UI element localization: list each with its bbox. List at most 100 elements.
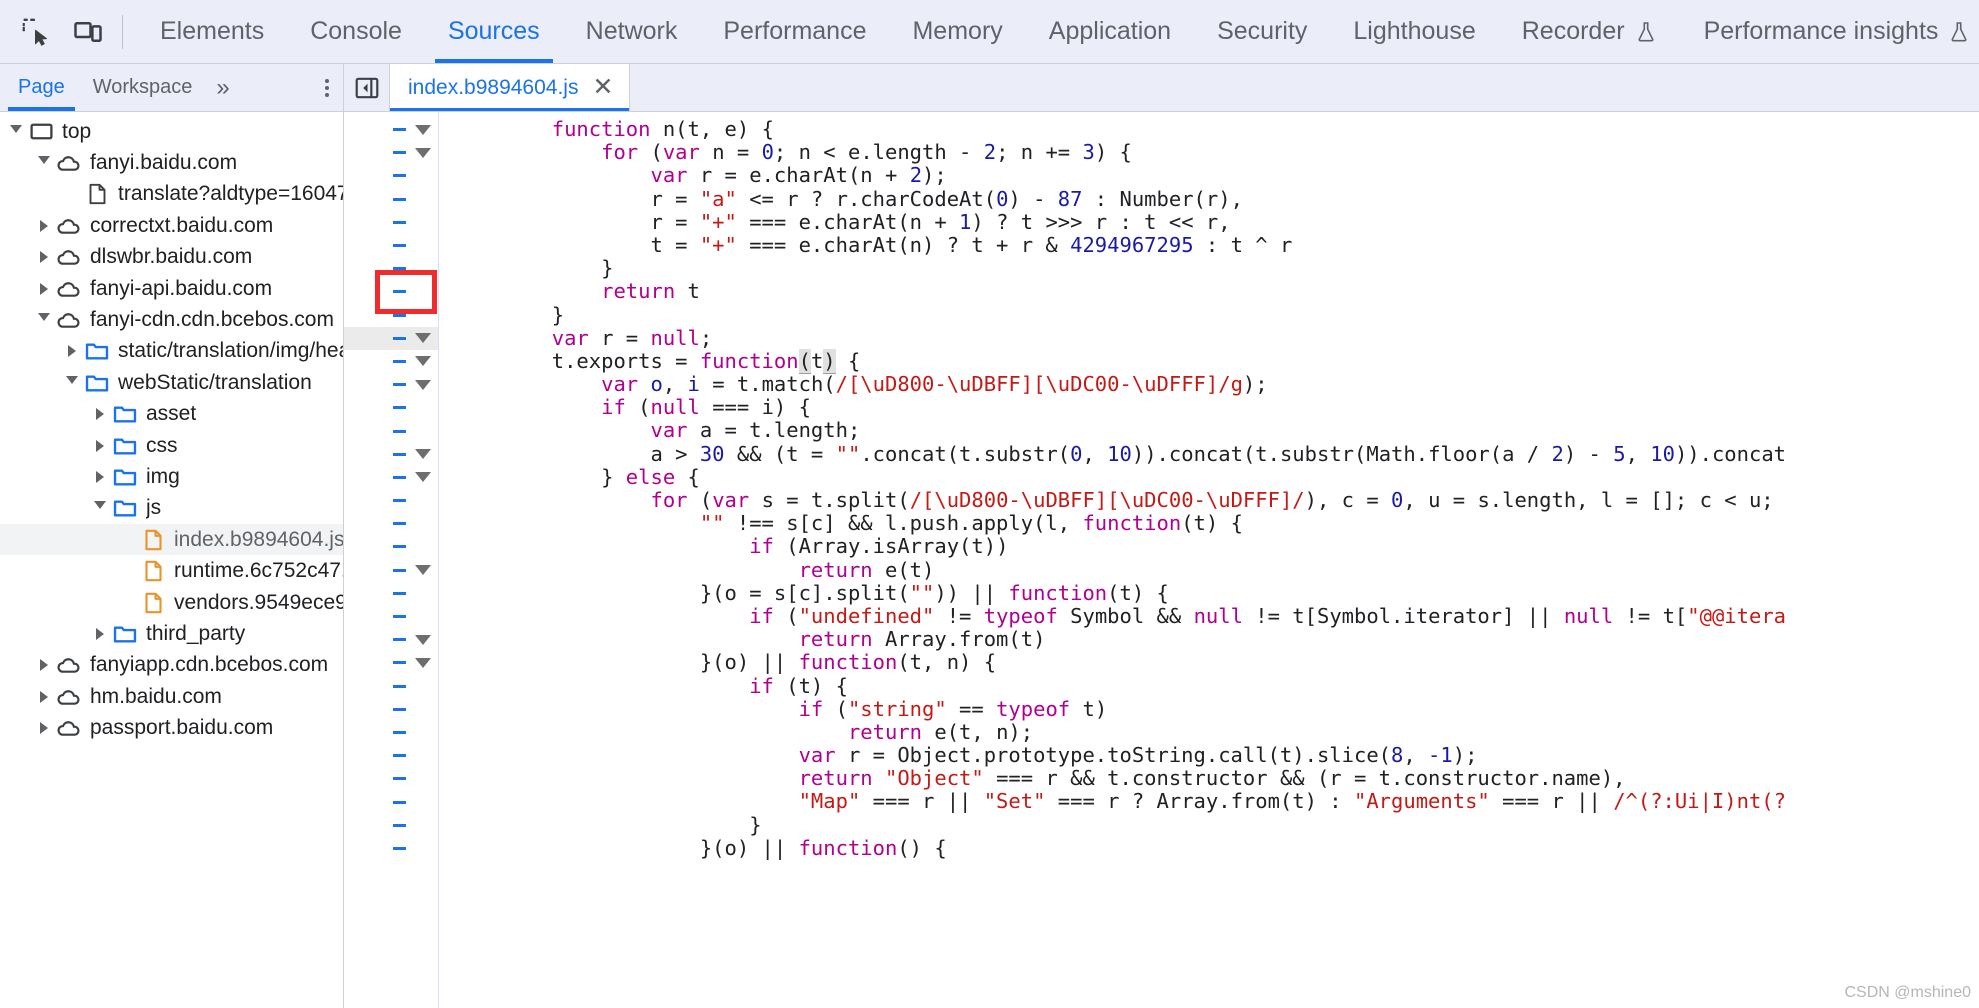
tree-item-vendors-9549ece9-js[interactable]: vendors.9549ece9.js <box>0 587 343 618</box>
code-line[interactable]: if (null === i) { <box>439 396 1979 419</box>
gutter-row[interactable] <box>344 489 438 512</box>
gutter-row[interactable] <box>344 141 438 164</box>
code-line[interactable]: function n(t, e) { <box>439 117 1979 141</box>
tree-item-correctxt-baidu-com[interactable]: correctxt.baidu.com <box>0 210 343 241</box>
chevron-right-icon[interactable] <box>90 627 110 640</box>
gutter-row[interactable] <box>344 628 438 651</box>
code-line[interactable]: t = "+" === e.charAt(n) ? t + r & 429496… <box>439 233 1979 257</box>
editor-gutter[interactable] <box>344 112 439 1008</box>
code-line[interactable]: return e(t, n); <box>439 720 1979 744</box>
tree-item-fanyi-api-baidu-com[interactable]: fanyi-api.baidu.com <box>0 273 343 304</box>
gutter-row[interactable] <box>344 304 438 327</box>
tree-item-index-b9894604-js[interactable]: index.b9894604.js <box>0 524 343 556</box>
tab-recorder[interactable]: Recorder <box>1499 0 1681 63</box>
gutter-row[interactable] <box>344 466 438 489</box>
gutter-row[interactable] <box>344 280 438 303</box>
code-line[interactable]: a > 30 && (t = "".concat(t.substr(0, 10)… <box>439 442 1979 466</box>
code-fold-triangle-icon[interactable] <box>414 634 432 645</box>
chevron-right-icon[interactable] <box>90 439 110 452</box>
gutter-row[interactable] <box>344 396 438 419</box>
chevron-right-icon[interactable] <box>34 282 54 295</box>
tree-item-translate-aldtype-16047-que[interactable]: translate?aldtype=16047&que <box>0 179 343 210</box>
gutter-row[interactable] <box>344 837 438 860</box>
code-line[interactable]: return e(t) <box>439 558 1979 582</box>
chevron-right-icon[interactable] <box>34 722 54 735</box>
code-line[interactable]: t.exports = function(t) { <box>439 348 1979 374</box>
tree-item-passport-baidu-com[interactable]: passport.baidu.com <box>0 712 343 743</box>
gutter-row[interactable] <box>344 419 438 442</box>
tree-item-hm-baidu-com[interactable]: hm.baidu.com <box>0 681 343 712</box>
code-line[interactable]: } <box>439 257 1979 280</box>
tab-network[interactable]: Network <box>563 0 701 63</box>
tree-item-css[interactable]: css <box>0 430 343 461</box>
code-line[interactable]: }(o) || function() { <box>439 836 1979 860</box>
navigator-more-options-icon[interactable] <box>311 64 343 111</box>
gutter-row[interactable] <box>344 373 438 396</box>
gutter-row[interactable] <box>344 721 438 744</box>
code-line[interactable]: var r = e.charAt(n + 2); <box>439 164 1979 187</box>
code-line[interactable]: if ("undefined" != typeof Symbol && null… <box>439 604 1979 628</box>
code-fold-triangle-icon[interactable] <box>414 379 432 390</box>
chevron-right-icon[interactable] <box>34 251 54 264</box>
gutter-row[interactable] <box>344 257 438 280</box>
chevron-right-icon[interactable] <box>62 345 82 358</box>
code-line[interactable]: var r = null; <box>439 326 1979 350</box>
code-line[interactable]: } else { <box>439 465 1979 489</box>
gutter-row[interactable] <box>344 605 438 628</box>
gutter-row[interactable] <box>344 512 438 535</box>
chevron-right-icon[interactable] <box>34 690 54 703</box>
tree-item-webstatic-translation[interactable]: webStatic/translation <box>0 367 343 398</box>
code-fold-triangle-icon[interactable] <box>414 657 432 668</box>
gutter-row[interactable] <box>344 744 438 767</box>
gutter-row[interactable] <box>344 188 438 211</box>
inspect-element-icon[interactable] <box>10 6 62 58</box>
tree-item-dlswbr-baidu-com[interactable]: dlswbr.baidu.com <box>0 242 343 273</box>
gutter-row[interactable] <box>344 118 438 141</box>
tree-item-runtime-6c752c47-js[interactable]: runtime.6c752c47.js <box>0 555 343 586</box>
code-line[interactable]: "" !== s[c] && l.push.apply(l, function(… <box>439 512 1979 535</box>
nav-tab-workspace[interactable]: Workspace <box>79 64 207 111</box>
code-line[interactable]: } <box>439 813 1979 837</box>
chevron-down-icon[interactable] <box>90 501 110 515</box>
code-fold-triangle-icon[interactable] <box>414 472 432 483</box>
gutter-row[interactable] <box>344 790 438 813</box>
code-line[interactable]: if (t) { <box>439 674 1979 698</box>
chevron-right-icon[interactable] <box>90 408 110 421</box>
gutter-row[interactable] <box>344 814 438 837</box>
tree-item-fanyi-cdn-cdn-bcebos-com[interactable]: fanyi-cdn.cdn.bcebos.com <box>0 304 343 335</box>
gutter-row[interactable] <box>344 675 438 698</box>
device-toolbar-icon[interactable] <box>62 6 114 58</box>
code-fold-triangle-icon[interactable] <box>414 333 432 344</box>
tree-item-fanyiapp-cdn-bcebos-com[interactable]: fanyiapp.cdn.bcebos.com <box>0 650 343 681</box>
code-line[interactable]: }(o) || function(t, n) { <box>439 651 1979 674</box>
gutter-row[interactable] <box>344 350 438 373</box>
tab-memory[interactable]: Memory <box>889 0 1025 63</box>
chevron-down-icon[interactable] <box>6 124 26 139</box>
gutter-row[interactable] <box>344 234 438 257</box>
chevron-right-icon[interactable] <box>34 659 54 672</box>
gutter-row[interactable] <box>344 767 438 790</box>
code-line[interactable]: r = "a" <= r ? r.charCodeAt(0) - 87 : Nu… <box>439 187 1979 211</box>
gutter-row[interactable] <box>344 651 438 674</box>
tab-elements[interactable]: Elements <box>137 0 287 63</box>
nav-more-tabs-icon[interactable]: » <box>206 64 239 111</box>
tab-console[interactable]: Console <box>287 0 425 63</box>
code-line[interactable]: } <box>439 303 1979 327</box>
code-line[interactable]: for (var n = 0; n < e.length - 2; n += 3… <box>439 141 1979 164</box>
code-fold-triangle-icon[interactable] <box>414 565 432 576</box>
gutter-row[interactable] <box>344 211 438 234</box>
gutter-row[interactable] <box>344 326 438 350</box>
gutter-row[interactable] <box>344 443 438 466</box>
code-line[interactable]: return t <box>439 280 1979 303</box>
code-fold-triangle-icon[interactable] <box>414 356 432 367</box>
tree-item-asset[interactable]: asset <box>0 399 343 430</box>
close-icon[interactable]: ✕ <box>592 75 613 100</box>
code-line[interactable]: var a = t.length; <box>439 419 1979 442</box>
chevron-down-icon[interactable] <box>62 375 82 390</box>
code-line[interactable]: return Array.from(t) <box>439 628 1979 651</box>
tree-item-fanyi-baidu-com[interactable]: fanyi.baidu.com <box>0 147 343 178</box>
tree-item-static-translation-img-header[interactable]: static/translation/img/header <box>0 336 343 367</box>
code-editor[interactable]: function n(t, e) { for (var n = 0; n < e… <box>344 112 1979 1008</box>
chevron-down-icon[interactable] <box>34 156 54 170</box>
tree-item-img[interactable]: img <box>0 461 343 492</box>
